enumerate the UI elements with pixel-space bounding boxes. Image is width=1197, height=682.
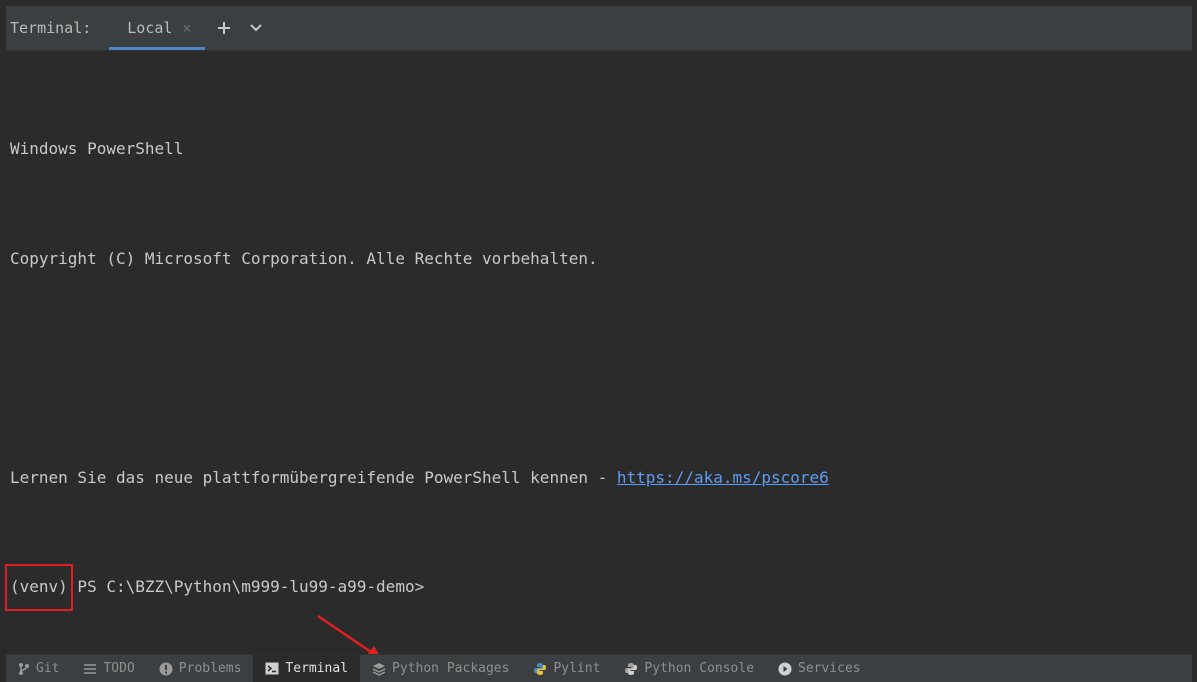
tab-python-packages[interactable]: Python Packages — [360, 655, 521, 682]
tab-pylint[interactable]: Pylint — [521, 655, 612, 682]
pscore-link[interactable]: https://aka.ms/pscore6 — [617, 468, 829, 487]
play-circle-icon — [778, 662, 792, 675]
close-tab-icon[interactable]: × — [182, 19, 191, 37]
python-console-icon — [625, 662, 638, 675]
venv-indicator: (venv) — [5, 564, 73, 611]
tab-python-console-label: Python Console — [644, 661, 754, 676]
alert-icon — [159, 662, 173, 675]
tab-local-label: Local — [127, 19, 173, 37]
tab-python-console[interactable]: Python Console — [612, 655, 766, 682]
tab-pylint-label: Pylint — [553, 661, 601, 676]
tab-todo[interactable]: TODO — [71, 655, 146, 682]
layers-icon — [372, 662, 386, 676]
tab-python-packages-label: Python Packages — [392, 661, 510, 676]
tab-local[interactable]: Local × — [109, 6, 206, 50]
prompt-path: PS C:\BZZ\Python\m999-lu99-a99-demo> — [67, 577, 425, 596]
tab-problems-label: Problems — [178, 661, 242, 676]
tab-todo-label: TODO — [103, 661, 135, 676]
tab-services-label: Services — [798, 661, 861, 676]
tab-terminal-label: Terminal — [285, 661, 349, 676]
python-icon — [534, 662, 547, 675]
tab-git[interactable]: Git — [6, 655, 71, 682]
tool-window-bar: Git TODO Problems Terminal Python Packag… — [6, 654, 1192, 682]
git-branch-icon — [19, 662, 29, 675]
tab-git-label: Git — [36, 661, 60, 676]
active-tab-indicator — [109, 47, 206, 50]
terminal-line-text: Lernen Sie das neue plattformübergreifen… — [10, 467, 617, 487]
terminal-output[interactable]: Windows PowerShell Copyright (C) Microso… — [5, 58, 1188, 679]
terminal-line: Copyright (C) Microsoft Corporation. All… — [10, 248, 598, 268]
terminal-icon — [265, 662, 279, 675]
terminal-line: Windows PowerShell — [10, 139, 184, 158]
tab-services[interactable]: Services — [766, 655, 873, 682]
tab-terminal[interactable]: Terminal — [253, 655, 361, 682]
terminal-window: Terminal: Local × Windows PowerShell Cop… — [5, 6, 1192, 682]
tab-problems[interactable]: Problems — [147, 655, 254, 682]
plus-icon[interactable] — [211, 13, 237, 43]
terminal-line: Lernen Sie das neue plattformübergreifen… — [10, 460, 1188, 497]
terminal-title: Terminal: — [10, 19, 92, 37]
list-icon — [84, 663, 97, 674]
chevron-down-icon[interactable] — [243, 13, 269, 43]
terminal-prompt-line: (venv) PS C:\BZZ\Python\m999-lu99-a99-de… — [5, 564, 1188, 611]
terminal-tab-bar: Terminal: Local × — [6, 6, 1192, 51]
